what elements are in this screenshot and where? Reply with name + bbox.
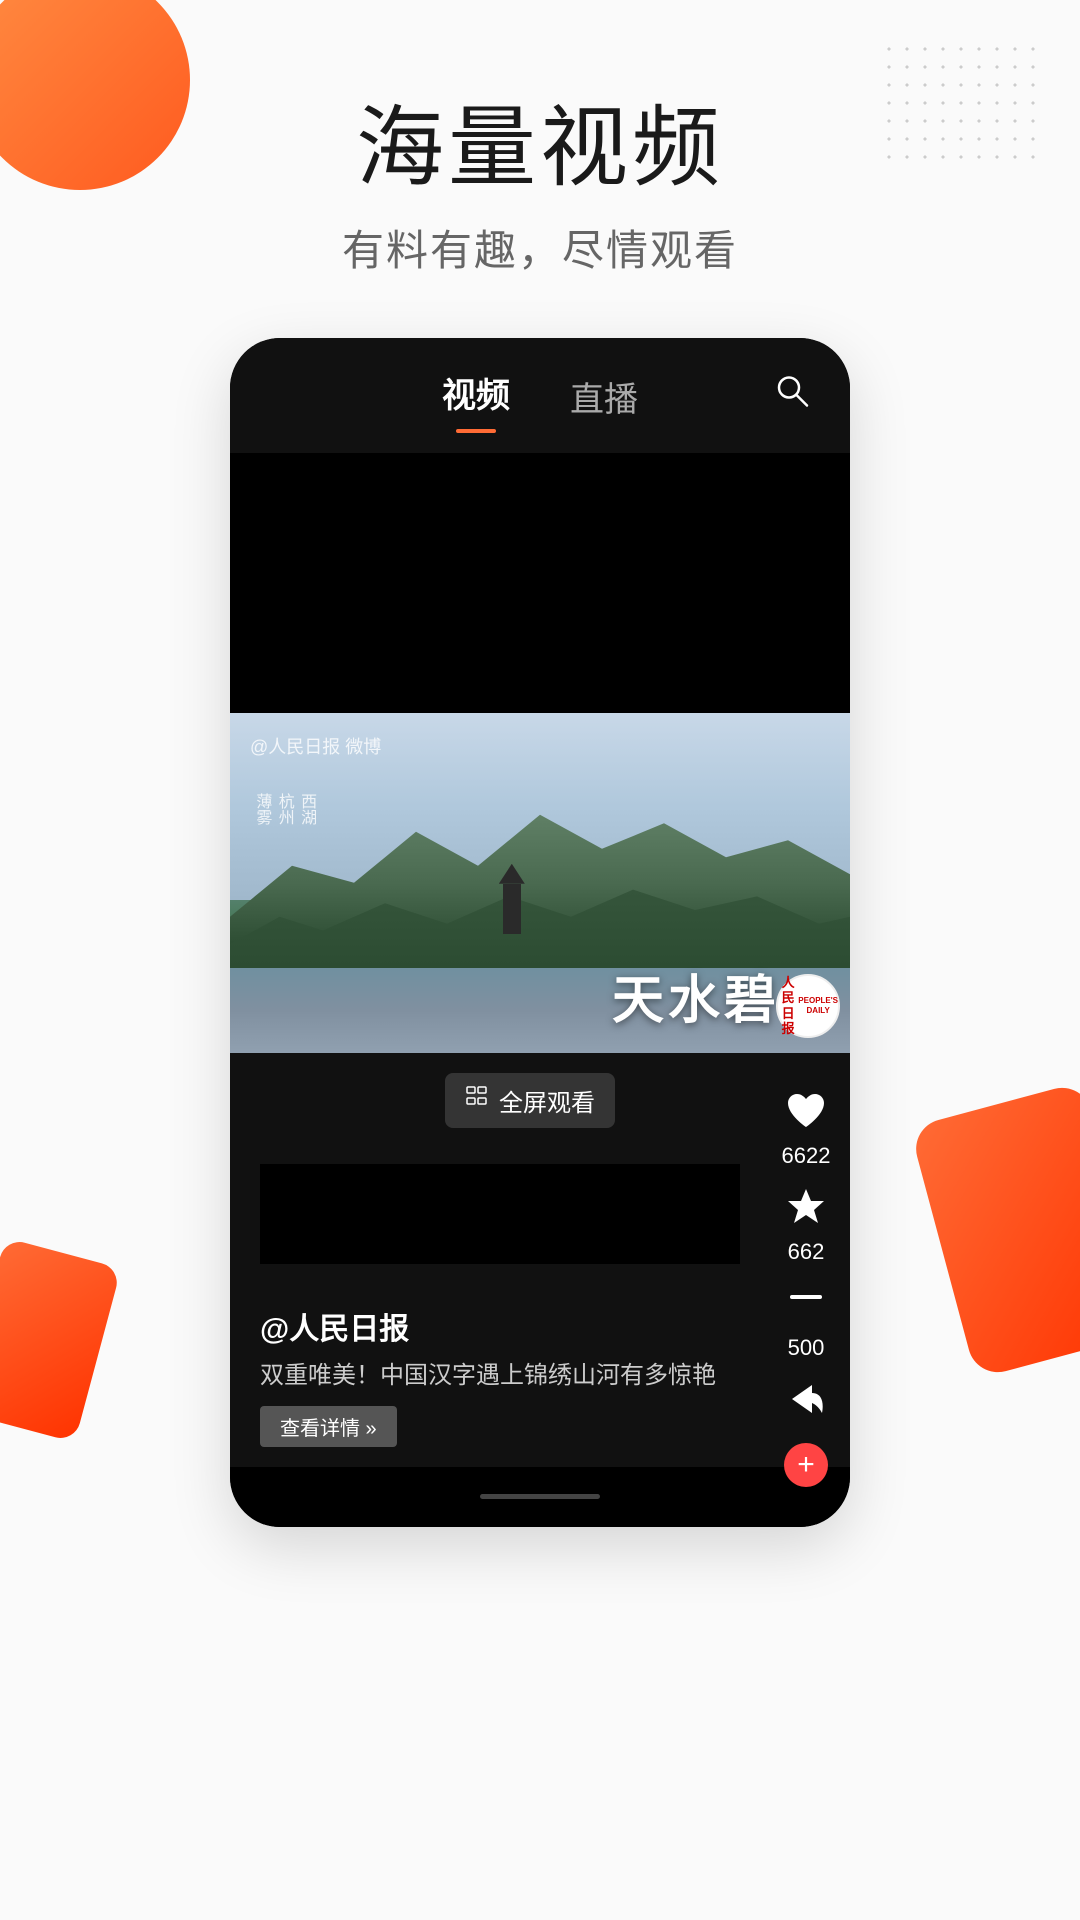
comment-button[interactable]: 500 <box>778 1275 834 1361</box>
favorite-button[interactable]: 662 <box>778 1179 834 1265</box>
read-more-button[interactable]: 查看详情 » <box>260 1406 397 1447</box>
follow-button[interactable]: + <box>784 1443 828 1487</box>
fullscreen-button[interactable]: 全屏观看 <box>445 1073 615 1128</box>
bottom-panel: 全屏观看 @人民日报 双重唯美！中国汉字遇上锦绣山河有多惊艳 查看详情 » <box>230 1053 850 1467</box>
star-icon <box>778 1179 834 1235</box>
phone-mockup: 视频 直播 <box>230 338 850 1527</box>
tab-live[interactable]: 直播 <box>570 372 638 429</box>
video-thumbnail[interactable]: @人民日报 微博 西湖 杭州 薄雾 天水碧 人民日报 PEOPLE'S DAIL… <box>230 713 850 1053</box>
share-button[interactable] <box>778 1371 834 1427</box>
video-content: @人民日报 微博 西湖 杭州 薄雾 天水碧 人民日报 PEOPLE'S DAIL… <box>230 713 850 1467</box>
comment-icon <box>778 1275 834 1331</box>
tab-underline <box>456 429 496 433</box>
action-buttons: 6622 662 <box>778 1053 834 1427</box>
video-black-area <box>230 453 850 713</box>
like-button[interactable]: 6622 <box>778 1083 834 1169</box>
page-subtitle: 有料有趣，尽情观看 <box>342 217 738 278</box>
favorite-count: 662 <box>788 1239 825 1265</box>
tab-video[interactable]: 视频 <box>442 368 510 433</box>
search-icon[interactable] <box>774 373 810 418</box>
share-icon <box>778 1371 834 1427</box>
fullscreen-icon <box>465 1085 489 1115</box>
pagoda <box>503 884 521 934</box>
home-indicator <box>480 1494 600 1499</box>
author-name[interactable]: @人民日报 <box>260 1304 740 1348</box>
publisher-logo: 人民日报 PEOPLE'S DAILY <box>776 974 840 1038</box>
video-watermark: @人民日报 微博 <box>250 733 381 759</box>
app-screen: 视频 直播 <box>230 338 850 1527</box>
content-left: 全屏观看 @人民日报 双重唯美！中国汉字遇上锦绣山河有多惊艳 查看详情 » <box>260 1073 830 1447</box>
video-description: 双重唯美！中国汉字遇上锦绣山河有多惊艳 <box>260 1358 740 1394</box>
video-title: 天水碧 <box>612 958 780 1033</box>
phone-bottom-bar <box>230 1467 850 1527</box>
video-side-text: 西湖 杭州 薄雾 <box>250 793 317 825</box>
header-section: 海量视频 有料有趣，尽情观看 <box>342 100 738 278</box>
page-title: 海量视频 <box>342 100 738 197</box>
nav-tabs: 视频 直播 <box>442 368 638 433</box>
like-count: 6622 <box>782 1143 831 1169</box>
comment-count: 500 <box>788 1335 825 1361</box>
fullscreen-label: 全屏观看 <box>499 1083 595 1118</box>
top-nav: 视频 直播 <box>230 338 850 453</box>
heart-icon <box>778 1083 834 1139</box>
